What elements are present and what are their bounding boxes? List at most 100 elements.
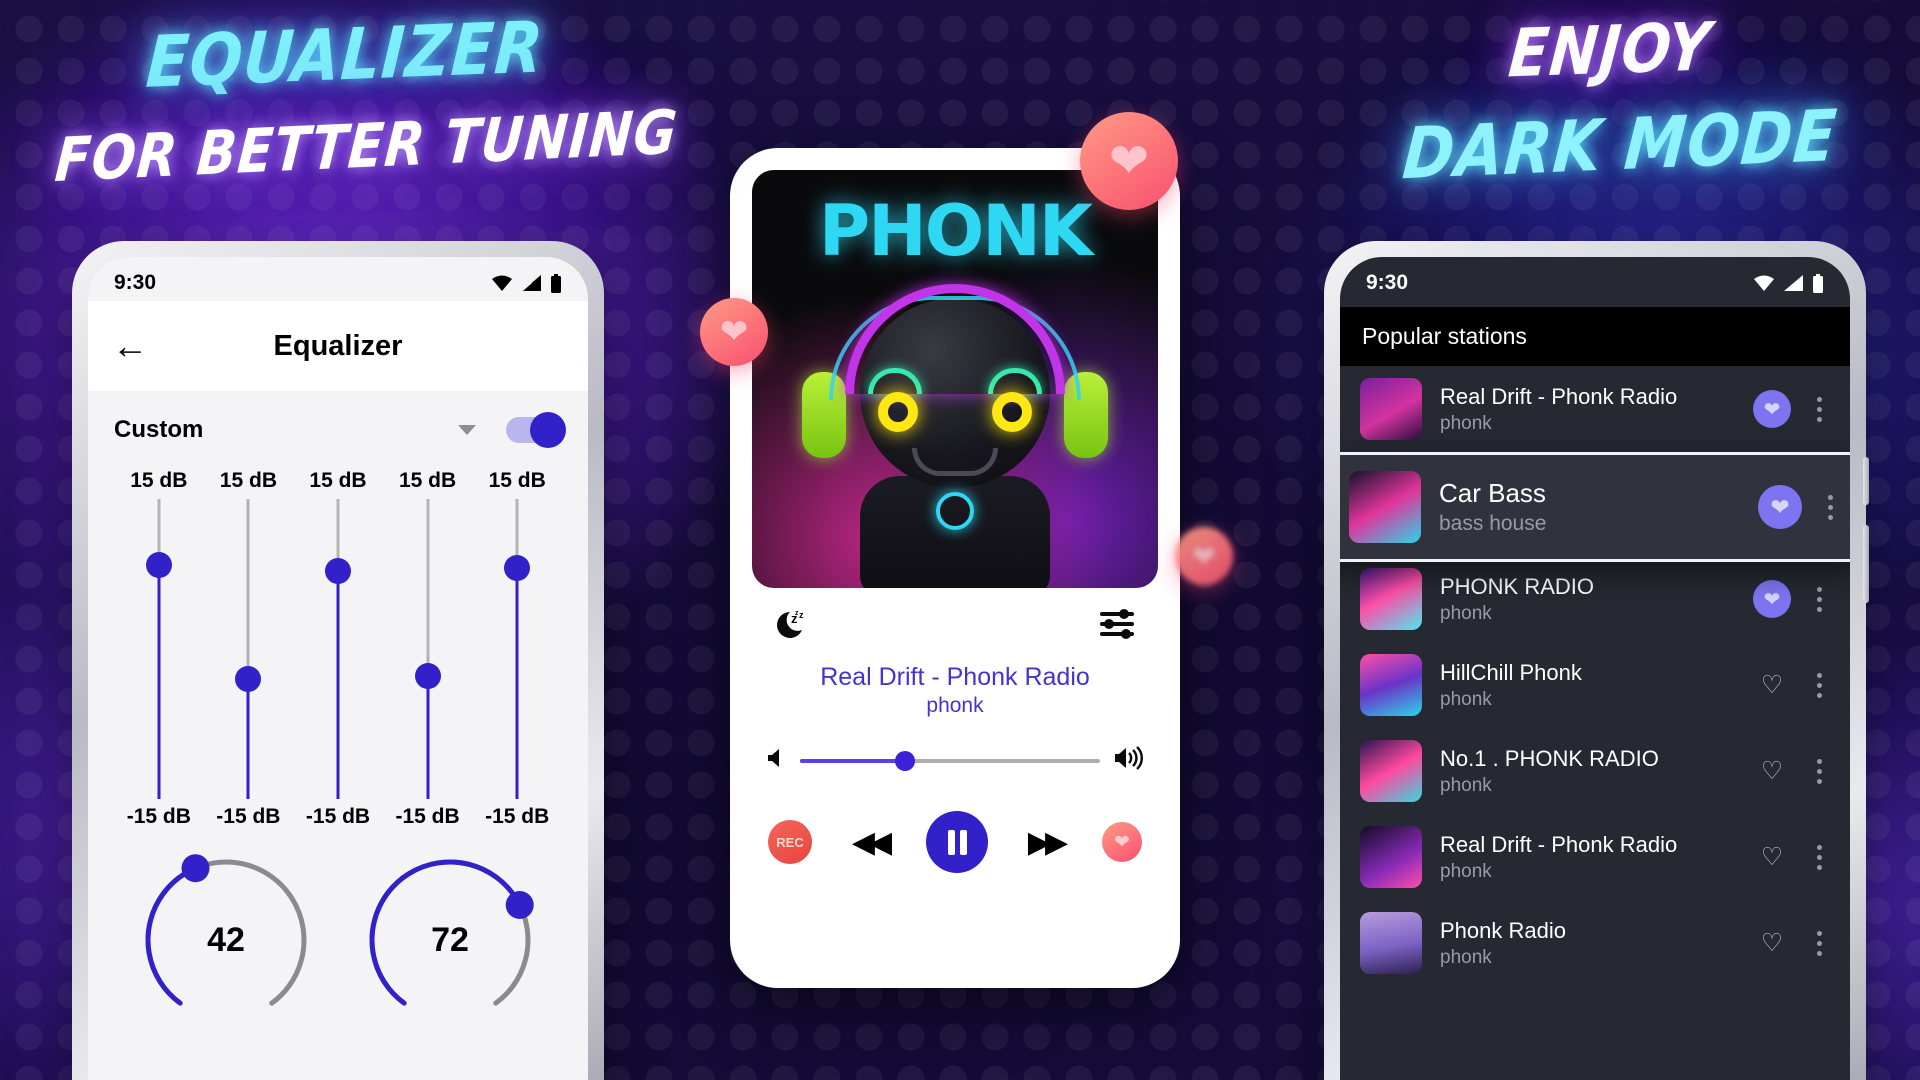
station-row[interactable]: Phonk Radio phonk ♡ [1340, 900, 1850, 986]
heart-filled-icon: ❤ [1763, 588, 1781, 611]
slider-fill [157, 565, 161, 799]
volume-mute-icon[interactable] [766, 747, 786, 774]
station-overflow-menu-icon[interactable] [1809, 844, 1830, 870]
band-bottom-label: -15 dB [305, 805, 371, 828]
station-genre: bass house [1439, 512, 1547, 535]
rewind-icon[interactable]: ◀◀ [852, 825, 892, 860]
status-icons [1752, 273, 1824, 293]
station-text: HillChill Phonk phonk [1440, 660, 1735, 711]
pause-button[interactable] [926, 811, 988, 873]
station-row[interactable]: HillChill Phonk phonk ♡ [1340, 642, 1850, 728]
equalizer-sliders-icon[interactable] [1098, 608, 1136, 647]
heart-icon: ❤ [1108, 135, 1150, 188]
heart-icon: ❤ [1192, 540, 1216, 572]
station-overflow-menu-icon[interactable] [1809, 930, 1830, 956]
bass-knob[interactable]: 42 [137, 851, 315, 1029]
slider-thumb[interactable] [504, 555, 531, 581]
chevron-down-icon[interactable] [458, 425, 476, 435]
favorite-toggle-on[interactable]: ❤ [1753, 390, 1791, 428]
heart-filled-icon: ❤ [1770, 493, 1790, 520]
station-genre: phonk [1440, 688, 1492, 710]
band-slider-3[interactable] [293, 499, 383, 799]
volume-down-hardware-button[interactable] [1863, 525, 1869, 603]
station-row[interactable]: Real Drift - Phonk Radio phonk ❤ [1340, 366, 1850, 452]
robot-illustration [802, 280, 1108, 588]
status-icons [490, 273, 562, 293]
station-row[interactable]: Real Drift - Phonk Radio phonk ♡ [1340, 814, 1850, 900]
station-overflow-menu-icon[interactable] [1809, 672, 1830, 698]
equalizer-body: Custom 15 dB 15 dB 15 dB 15 dB 15 dB -15 dB -… [88, 391, 588, 1080]
now-playing-title: Real Drift - Phonk Radio [820, 663, 1090, 691]
slider-thumb[interactable] [414, 663, 441, 689]
station-name: No.1 . PHONK RADIO [1440, 745, 1659, 771]
favorite-toggle-off[interactable]: ♡ [1753, 924, 1791, 962]
volume-row [740, 718, 1170, 775]
equalizer-screen: 9:30 ← Equalizer Custom 15 dB 15 dB 15 dB 1… [88, 257, 588, 1080]
band-slider-1[interactable] [114, 499, 204, 799]
virtualizer-knob[interactable]: 72 [361, 851, 539, 1029]
equalizer-enable-toggle[interactable] [506, 412, 566, 448]
knob-value: 72 [431, 920, 469, 959]
station-row[interactable]: PHONK RADIO phonk ❤ [1340, 556, 1850, 642]
volume-thumb[interactable] [895, 750, 915, 771]
station-row[interactable]: No.1 . PHONK RADIO phonk ♡ [1340, 728, 1850, 814]
slider-fill [426, 676, 430, 799]
heart-icon: ❤ [1114, 831, 1130, 853]
player-layout: PHONK z z z Real Drift - Phonk Radio pho… [740, 158, 1170, 978]
station-text: Phonk Radio phonk [1440, 918, 1735, 969]
volume-up-hardware-button[interactable] [1863, 457, 1869, 505]
favorite-toggle-off[interactable]: ♡ [1753, 752, 1791, 790]
station-list: Real Drift - Phonk Radio phonk ❤ Car Bass ba… [1340, 366, 1850, 986]
svg-text:z: z [799, 610, 804, 620]
heart-filled-icon: ❤ [1763, 398, 1781, 421]
station-overflow-menu-icon[interactable] [1809, 586, 1830, 612]
sleep-timer-icon[interactable]: z z z [774, 606, 812, 649]
favorite-button[interactable]: ❤ [1102, 822, 1142, 862]
playback-controls: REC ◀◀ ▶▶ ❤ [740, 775, 1170, 873]
favorite-toggle-off[interactable]: ♡ [1753, 666, 1791, 704]
band-bottom-label: -15 dB [126, 805, 191, 828]
knob-row: 42 72 [114, 851, 562, 1029]
station-overflow-menu-icon[interactable] [1809, 758, 1830, 784]
station-text: Car Bass bass house [1439, 478, 1740, 536]
band-slider-5[interactable] [472, 499, 562, 799]
slider-fill [515, 568, 519, 799]
fast-forward-icon[interactable]: ▶▶ [1028, 825, 1068, 860]
volume-high-icon[interactable] [1114, 746, 1144, 775]
station-overflow-menu-icon[interactable] [1809, 396, 1830, 422]
robot-eye-left [878, 392, 918, 432]
toggle-knob [530, 412, 566, 448]
artwork-title: PHONK [818, 190, 1093, 272]
favorite-toggle-on[interactable]: ❤ [1758, 485, 1802, 529]
knob-value: 42 [207, 920, 245, 959]
slider-fill [246, 679, 250, 799]
band-slider-4[interactable] [383, 499, 473, 799]
station-genre: phonk [1440, 774, 1492, 796]
band-bottom-label: -15 dB [485, 805, 550, 828]
heart-badge-top-right: ❤ [1080, 112, 1178, 210]
band-slider-2[interactable] [204, 499, 294, 799]
stations-phone: 9:30 Popular stations Real Drift - Phonk… [1324, 241, 1869, 1080]
slider-thumb[interactable] [145, 552, 172, 579]
slider-thumb[interactable] [235, 666, 262, 692]
player-tools: z z z [740, 588, 1170, 651]
player-phone: PHONK z z z Real Drift - Phonk Radio pho… [730, 148, 1180, 988]
volume-slider[interactable] [800, 750, 1100, 771]
volume-fill [800, 758, 905, 763]
headline-enjoy: ENJOY [1505, 7, 1715, 93]
station-artwork [1349, 471, 1421, 543]
favorite-toggle-off[interactable]: ♡ [1753, 838, 1791, 876]
station-overflow-menu-icon[interactable] [1820, 494, 1841, 520]
album-artwork: PHONK [752, 170, 1158, 588]
slider-thumb[interactable] [324, 558, 351, 584]
record-button[interactable]: REC [768, 820, 812, 864]
band-bottom-label: -15 dB [395, 805, 460, 828]
favorite-toggle-on[interactable]: ❤ [1753, 580, 1791, 618]
back-arrow-icon[interactable]: ← [112, 328, 148, 364]
battery-icon [1813, 273, 1823, 293]
preset-row[interactable]: Custom [114, 391, 566, 469]
station-row-selected[interactable]: Car Bass bass house ❤ [1340, 452, 1850, 562]
preset-name: Custom [114, 416, 204, 443]
station-name: Real Drift - Phonk Radio [1440, 831, 1678, 857]
signal-icon [1784, 275, 1803, 291]
